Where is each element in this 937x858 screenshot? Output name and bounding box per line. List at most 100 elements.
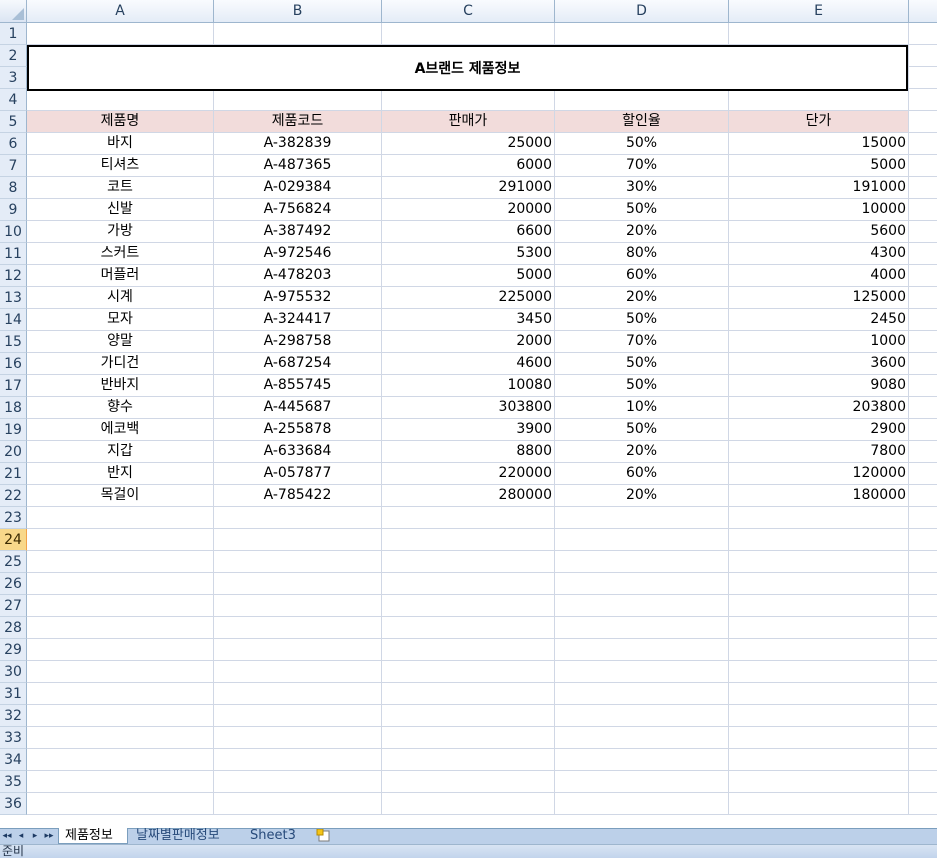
table-cell[interactable]: 2450	[729, 309, 909, 331]
table-cell[interactable]: 2900	[729, 419, 909, 441]
cell[interactable]	[214, 771, 382, 793]
table-cell[interactable]: 191000	[729, 177, 909, 199]
column-header-d[interactable]: D	[555, 0, 729, 23]
row-header[interactable]: 18	[0, 397, 27, 419]
table-cell[interactable]: 머플러	[27, 265, 214, 287]
cell[interactable]	[382, 529, 555, 551]
cell[interactable]	[214, 573, 382, 595]
cell[interactable]	[909, 89, 937, 111]
cell[interactable]	[214, 793, 382, 815]
cell[interactable]	[214, 595, 382, 617]
cell[interactable]	[729, 23, 909, 45]
table-cell[interactable]: 5600	[729, 221, 909, 243]
column-header-f[interactable]	[909, 0, 937, 23]
table-cell[interactable]: 203800	[729, 397, 909, 419]
cell[interactable]	[909, 353, 937, 375]
table-cell[interactable]: 1000	[729, 331, 909, 353]
table-cell[interactable]: A-855745	[214, 375, 382, 397]
table-cell[interactable]: A-029384	[214, 177, 382, 199]
table-cell[interactable]: 티셔츠	[27, 155, 214, 177]
cell[interactable]	[909, 573, 937, 595]
table-cell[interactable]: 50%	[555, 133, 729, 155]
cell[interactable]	[214, 727, 382, 749]
cell[interactable]	[909, 177, 937, 199]
column-header-e[interactable]: E	[729, 0, 909, 23]
table-cell[interactable]: 9080	[729, 375, 909, 397]
row-header[interactable]: 31	[0, 683, 27, 705]
cell[interactable]	[729, 573, 909, 595]
table-cell[interactable]: 6000	[382, 155, 555, 177]
row-header[interactable]: 12	[0, 265, 27, 287]
row-header[interactable]: 19	[0, 419, 27, 441]
row-header[interactable]: 3	[0, 67, 27, 89]
cell[interactable]	[27, 529, 214, 551]
cell[interactable]	[909, 595, 937, 617]
table-cell[interactable]: 스커트	[27, 243, 214, 265]
cell[interactable]	[555, 529, 729, 551]
cell[interactable]	[27, 661, 214, 683]
table-cell[interactable]: 3600	[729, 353, 909, 375]
table-cell[interactable]: 10%	[555, 397, 729, 419]
table-cell[interactable]: A-478203	[214, 265, 382, 287]
sheet-title-cell[interactable]: A브랜드 제품정보	[27, 45, 908, 91]
cell[interactable]	[214, 705, 382, 727]
cell[interactable]	[909, 463, 937, 485]
table-cell[interactable]: 20%	[555, 287, 729, 309]
row-header[interactable]: 5	[0, 111, 27, 133]
table-cell[interactable]: 지갑	[27, 441, 214, 463]
table-cell[interactable]: A-255878	[214, 419, 382, 441]
cell[interactable]	[729, 507, 909, 529]
table-cell[interactable]: 코트	[27, 177, 214, 199]
row-header[interactable]: 14	[0, 309, 27, 331]
cell[interactable]	[555, 705, 729, 727]
row-header[interactable]: 28	[0, 617, 27, 639]
cell[interactable]	[555, 749, 729, 771]
cell[interactable]	[382, 661, 555, 683]
table-cell[interactable]: 5000	[382, 265, 555, 287]
select-all-corner[interactable]	[0, 0, 27, 23]
cell[interactable]	[909, 111, 937, 133]
row-header[interactable]: 7	[0, 155, 27, 177]
column-header-c[interactable]: C	[382, 0, 555, 23]
cell[interactable]	[214, 683, 382, 705]
cell[interactable]	[27, 727, 214, 749]
cell[interactable]	[729, 617, 909, 639]
table-cell[interactable]: 3900	[382, 419, 555, 441]
table-cell[interactable]: 향수	[27, 397, 214, 419]
cell[interactable]	[555, 771, 729, 793]
cell[interactable]	[555, 661, 729, 683]
cell[interactable]	[729, 771, 909, 793]
table-cell[interactable]: 6600	[382, 221, 555, 243]
table-header-cell[interactable]: 단가	[729, 111, 909, 133]
row-header[interactable]: 34	[0, 749, 27, 771]
cell[interactable]	[214, 23, 382, 45]
cell[interactable]	[27, 89, 214, 111]
row-header[interactable]: 27	[0, 595, 27, 617]
cell[interactable]	[909, 331, 937, 353]
row-header[interactable]: 15	[0, 331, 27, 353]
cell[interactable]	[909, 507, 937, 529]
cell[interactable]	[909, 375, 937, 397]
row-header[interactable]: 25	[0, 551, 27, 573]
cell[interactable]	[909, 749, 937, 771]
table-header-cell[interactable]: 판매가	[382, 111, 555, 133]
row-header[interactable]: 9	[0, 199, 27, 221]
cell[interactable]	[909, 287, 937, 309]
cell[interactable]	[27, 749, 214, 771]
last-sheet-icon[interactable]: ▸▸	[42, 829, 56, 844]
cell[interactable]	[729, 551, 909, 573]
cell[interactable]	[729, 793, 909, 815]
cell[interactable]	[555, 89, 729, 111]
cell[interactable]	[382, 771, 555, 793]
table-cell[interactable]: 125000	[729, 287, 909, 309]
table-header-cell[interactable]: 할인율	[555, 111, 729, 133]
table-header-cell[interactable]: 제품코드	[214, 111, 382, 133]
table-header-cell[interactable]: 제품명	[27, 111, 214, 133]
cell[interactable]	[27, 507, 214, 529]
table-cell[interactable]: A-756824	[214, 199, 382, 221]
cell[interactable]	[27, 639, 214, 661]
cell[interactable]	[27, 617, 214, 639]
tab-sheet3[interactable]: Sheet3	[244, 828, 308, 844]
row-header[interactable]: 1	[0, 23, 27, 45]
table-cell[interactable]: 3450	[382, 309, 555, 331]
